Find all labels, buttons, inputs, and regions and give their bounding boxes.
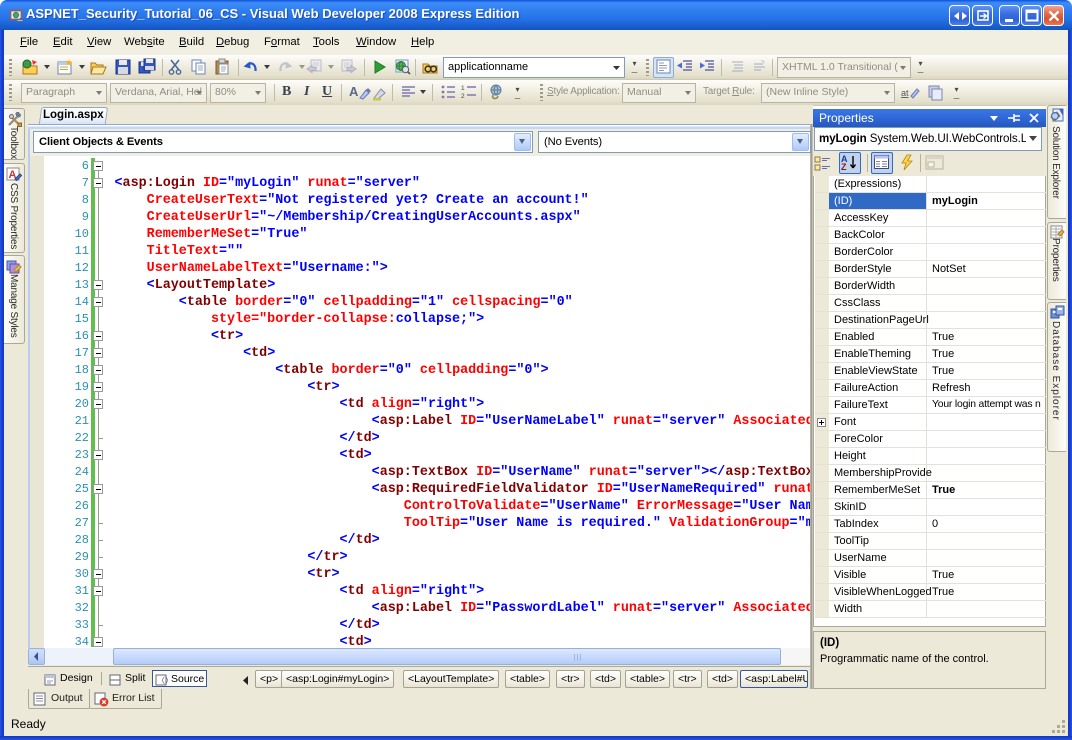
svg-text:2: 2 [461, 93, 465, 100]
svg-text:〈〉: 〈〉 [157, 676, 168, 685]
svg-text:Z: Z [841, 162, 847, 172]
svg-text:1: 1 [461, 85, 465, 92]
svg-text:at: at [901, 88, 909, 98]
